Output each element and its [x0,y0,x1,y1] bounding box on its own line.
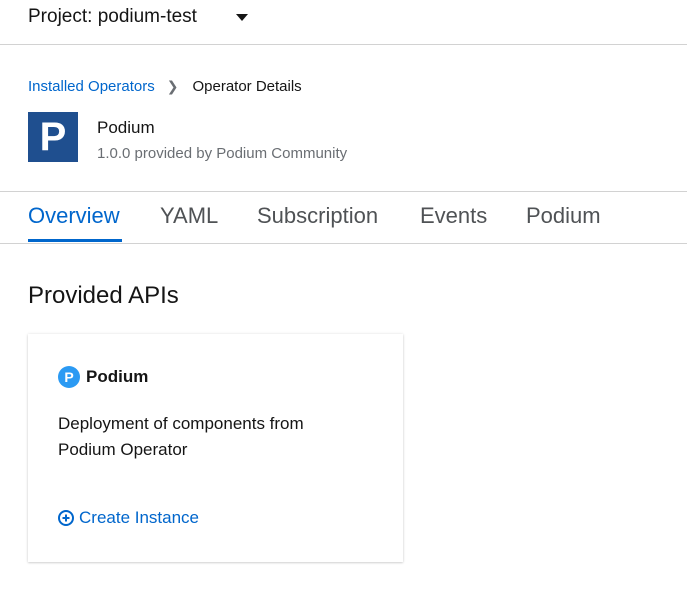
chevron-right-icon: ❯ [166,78,179,94]
api-description: Deployment of components from Podium Ope… [58,414,304,459]
operator-logo: P [28,112,78,162]
api-name: Podium [86,367,149,386]
tab-bar: Overview YAML Subscription Events Podium [0,191,687,244]
tab-events[interactable]: Events [420,203,487,229]
create-instance-link[interactable]: Create Instance [58,508,199,528]
breadcrumb: Installed Operators ❯ Operator Details [28,78,302,95]
project-selector-label[interactable]: Project: podium-test [28,6,197,28]
tab-overview[interactable]: Overview [28,203,120,229]
provided-apis-heading: Provided APIs [28,282,179,309]
tab-podium[interactable]: Podium [526,203,601,229]
breadcrumb-installed-operators-link[interactable]: Installed Operators [28,78,155,95]
project-bar: Project: podium-test [0,0,687,45]
breadcrumb-current: Operator Details [192,78,302,95]
caret-down-icon[interactable] [236,14,248,21]
tab-yaml[interactable]: YAML [160,203,218,229]
active-tab-indicator [28,239,122,242]
podium-api-icon: P [58,366,80,388]
api-card: P Podium Deployment of components from P… [28,334,403,562]
plus-circle-icon [58,510,74,526]
operator-name: Podium [97,118,155,137]
tab-subscription[interactable]: Subscription [257,203,378,229]
create-instance-label: Create Instance [79,508,200,527]
operator-provider: 1.0.0 provided by Podium Community [97,145,348,162]
